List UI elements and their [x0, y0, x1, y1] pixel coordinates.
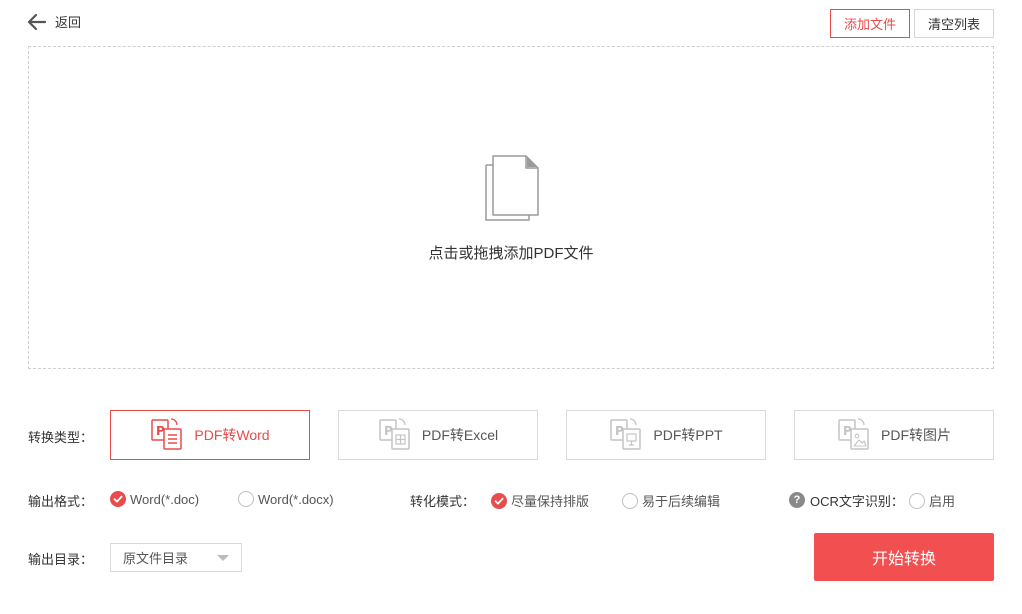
documents-icon [483, 153, 541, 226]
start-convert-button[interactable]: 开始转换 [814, 533, 994, 581]
drop-zone-hint: 点击或拖拽添加PDF文件 [428, 245, 594, 262]
arrow-left-icon [28, 13, 46, 30]
radio-unchecked-icon [238, 491, 254, 507]
ocr-label: OCR文字识别： [810, 494, 904, 509]
top-bar: 返回 添加文件 清空列表 [0, 0, 1022, 46]
type-option-pdf-to-image[interactable]: P PDF转图片 [794, 410, 994, 460]
radio-unchecked-icon [622, 492, 638, 509]
file-drop-zone[interactable]: 点击或拖拽添加PDF文件 [28, 46, 994, 369]
format-radio-label: Word(*.doc) [130, 491, 200, 507]
radio-checked-icon [491, 492, 507, 509]
mode-radio-label: 尽量保持排版 [511, 494, 590, 509]
excel-doc-icon: P [378, 417, 412, 454]
conversion-type-label: 转换类型： [28, 430, 94, 445]
ocr-enable-radio[interactable]: 启用 [909, 491, 955, 510]
output-dir-value: 原文件目录 [123, 551, 189, 566]
output-format-label: 输出格式： [28, 494, 94, 509]
image-doc-icon: P [837, 417, 871, 454]
add-file-button[interactable]: 添加文件 [830, 9, 910, 38]
format-radio-docx[interactable]: Word(*.docx) [238, 491, 334, 507]
type-option-label: PDF转Word [194, 427, 270, 443]
type-option-pdf-to-word[interactable]: P PDF转Word [110, 410, 310, 460]
radio-checked-icon [110, 491, 126, 507]
word-doc-icon: P [150, 417, 184, 454]
mode-radio-label: 易于后续编辑 [642, 494, 721, 509]
help-icon[interactable]: ? [789, 492, 805, 508]
back-label: 返回 [55, 15, 82, 30]
format-radio-label: Word(*.docx) [258, 491, 334, 507]
mode-radio-keep-layout[interactable]: 尽量保持排版 [491, 491, 589, 510]
ppt-doc-icon: P [609, 417, 643, 454]
conversion-mode-label: 转化模式： [410, 494, 476, 509]
output-dir-select[interactable]: 原文件目录 [110, 543, 242, 572]
type-option-label: PDF转PPT [653, 427, 723, 443]
clear-list-button[interactable]: 清空列表 [914, 9, 994, 38]
radio-unchecked-icon [909, 492, 925, 509]
back-button[interactable]: 返回 [28, 12, 81, 31]
type-option-label: PDF转图片 [881, 427, 951, 443]
mode-radio-easy-edit[interactable]: 易于后续编辑 [622, 491, 720, 510]
type-option-label: PDF转Excel [421, 427, 499, 443]
type-option-pdf-to-excel[interactable]: P PDF转Excel [338, 410, 538, 460]
output-dir-label: 输出目录： [28, 552, 94, 567]
chevron-down-icon [217, 555, 229, 561]
type-option-pdf-to-ppt[interactable]: P PDF转PPT [566, 410, 766, 460]
format-radio-doc[interactable]: Word(*.doc) [110, 491, 199, 507]
ocr-enable-label: 启用 [929, 494, 956, 509]
